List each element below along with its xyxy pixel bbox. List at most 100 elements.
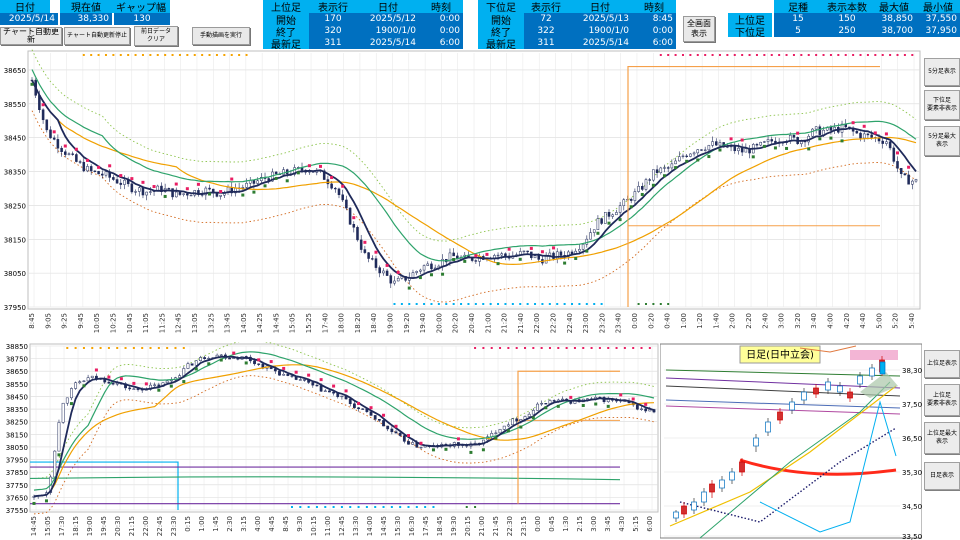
signal-marker-sell — [851, 121, 855, 125]
up-row-time: 0:00 — [419, 25, 463, 37]
y-tick-label: 38350 — [6, 406, 28, 414]
signal-marker-buy — [651, 183, 655, 187]
bottom-strip-dot — [467, 303, 470, 305]
candle-body — [219, 354, 223, 356]
maximize-5min-button[interactable]: 5分足最大 表示 — [924, 126, 960, 156]
top-strip-dot — [82, 347, 85, 349]
top-strip-dot — [540, 347, 543, 349]
x-tick-label: 12:45 — [175, 313, 183, 333]
candle-body — [303, 379, 306, 381]
candle-body — [527, 413, 531, 417]
candle-body — [60, 147, 63, 152]
signal-marker-buy — [441, 272, 445, 276]
candle-body — [829, 126, 833, 131]
candle-body — [474, 260, 478, 262]
down-row-date: 2025/5/13 — [568, 13, 632, 25]
top-strip-dot — [149, 347, 152, 349]
signal-marker-sell — [144, 382, 148, 386]
top-strip-dot — [689, 54, 692, 56]
signal-marker-sell — [132, 381, 136, 385]
signal-marker-buy — [182, 380, 186, 384]
y-tick-label: 38450 — [6, 393, 28, 401]
top-strip-dot — [615, 347, 618, 349]
signal-marker-buy — [274, 176, 278, 180]
candle-body — [153, 384, 157, 386]
x-tick-label: 14:45 — [30, 516, 38, 536]
top-strip-dot — [674, 54, 677, 56]
signal-marker-sell — [884, 132, 888, 136]
candle-body — [703, 149, 707, 151]
candle-body — [899, 168, 903, 174]
signal-marker-sell — [740, 138, 744, 142]
candle-body — [190, 363, 194, 366]
chart-5min: 37950 38050 38150 38250 38350 38450 38550 38650… — [4, 49, 921, 333]
top-strip-dot — [208, 54, 211, 56]
top-strip-dot — [829, 54, 832, 56]
show-daily-button[interactable]: 日足表示 — [924, 462, 960, 490]
hide-lower-elements-button[interactable]: 下位足 要素非表示 — [924, 90, 960, 120]
top-strip-dot — [141, 54, 144, 56]
signal-marker-buy — [157, 388, 161, 392]
right-label-up: 上位足 — [728, 13, 772, 25]
up-row-label: 開始 — [263, 13, 309, 25]
top-strip-dot — [245, 54, 248, 56]
candle-body — [361, 408, 365, 410]
candle-body — [635, 404, 639, 410]
chart-auto-stop-button[interactable]: チャート自動更新停止 — [64, 27, 130, 45]
top-strip-dot — [598, 347, 601, 349]
show-upper-button[interactable]: 上位足表示 — [924, 350, 960, 378]
candle-body — [353, 403, 356, 408]
x-tick-label: 5:40 — [908, 313, 916, 329]
macro-run-button[interactable]: 手動描画を実行 — [192, 27, 250, 45]
candle-body — [855, 131, 859, 134]
signal-marker-sell — [63, 144, 67, 148]
x-tick-label: 8:45 — [28, 313, 36, 329]
x-tick-label: 3:15 — [240, 516, 248, 532]
header-label-gap: ギャップ幅 — [112, 0, 170, 13]
candle-body — [219, 194, 222, 197]
bottom-strip-dot — [511, 303, 514, 305]
bottom-strip-dot — [593, 303, 596, 305]
x-tick-label: 4:30 — [618, 516, 626, 532]
candle-body — [644, 179, 648, 190]
candle-body — [426, 263, 430, 266]
candle-body — [319, 385, 323, 392]
candle-body — [52, 137, 56, 140]
clear-data-button[interactable]: 前日データ クリア — [134, 26, 178, 46]
candle-body — [892, 147, 896, 162]
candle-body — [145, 191, 148, 196]
y-tick-label: 38750 — [6, 356, 28, 364]
candle-body — [648, 179, 651, 181]
signal-marker-buy — [481, 448, 485, 452]
candle-body — [330, 183, 333, 189]
candle-body — [252, 180, 256, 184]
signal-marker-sell — [130, 177, 134, 181]
top-strip-dot — [896, 54, 899, 56]
candle-body — [359, 239, 363, 250]
x-tick-label: 15:25 — [305, 313, 313, 333]
chart-auto-update-button[interactable]: チャート自動更新 — [0, 27, 62, 45]
maximize-upper-button[interactable]: 上位足最大 表示 — [924, 422, 960, 454]
x-tick-label: 15:30 — [394, 516, 402, 536]
signal-marker-sell — [41, 103, 45, 107]
signal-marker-sell — [619, 393, 623, 397]
daily-candle-body — [709, 483, 715, 493]
down-row-date: 1900/1/0 — [568, 25, 632, 37]
fullscreen-button[interactable]: 全画面 表示 — [683, 16, 715, 42]
top-strip-dot — [149, 54, 152, 56]
x-tick-label: 18:40 — [370, 313, 378, 333]
candle-body — [186, 193, 189, 196]
bottom-strip-dot — [324, 506, 327, 508]
x-tick-label: 0:15 — [184, 516, 192, 532]
show-5min-button[interactable]: 5分足表示 — [924, 58, 960, 86]
hide-upper-elements-button[interactable]: 上位足 要素非表示 — [924, 384, 960, 416]
x-tick-label: 15:05 — [289, 313, 297, 333]
daily-candle-body — [673, 511, 679, 519]
signal-marker-buy — [263, 184, 267, 188]
top-strip-dot — [815, 54, 818, 56]
candle-body — [274, 171, 278, 175]
down-row-time: 0:00 — [632, 25, 676, 37]
candle-body — [298, 379, 302, 381]
x-tick-label: 15:05 — [44, 516, 52, 536]
signal-marker-buy — [556, 404, 560, 408]
